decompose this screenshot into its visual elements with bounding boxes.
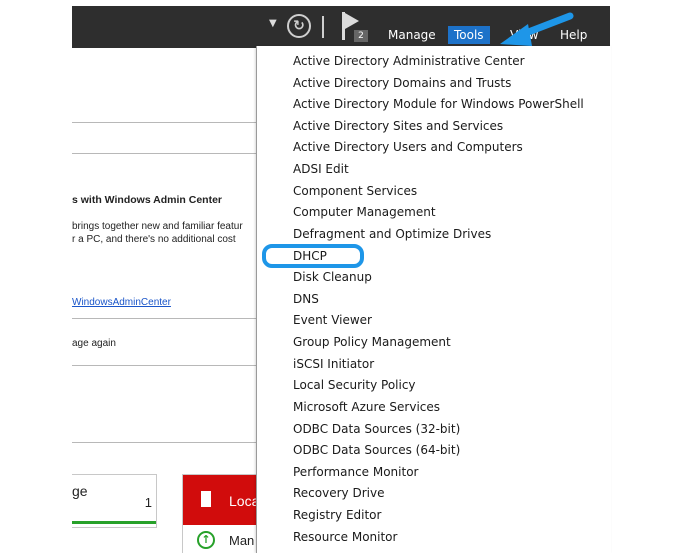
server-icon (201, 491, 211, 507)
local-server-tile[interactable]: Loca ↑ Man (182, 474, 264, 553)
up-arrow-icon: ↑ (197, 531, 215, 549)
refresh-icon[interactable]: ↻ (287, 14, 311, 38)
menu-item-event-viewer[interactable]: Event Viewer (293, 310, 372, 331)
notifications-flag-icon[interactable]: 2 (342, 12, 368, 42)
flag-cloth (345, 13, 359, 29)
wac-link[interactable]: WindowsAdminCenter (72, 297, 171, 308)
menu-item-azure-services[interactable]: Microsoft Azure Services (293, 397, 440, 418)
wac-heading: s with Windows Admin Center (72, 194, 223, 206)
menu-item-recovery-drive[interactable]: Recovery Drive (293, 483, 384, 504)
menu-item-odbc-32[interactable]: ODBC Data Sources (32-bit) (293, 419, 460, 440)
wac-description-line2: r a PC, and there's no additional cost (72, 234, 236, 245)
manage-tile-label: ge (72, 483, 88, 499)
manage-tile[interactable]: ge 1 (72, 474, 157, 528)
wac-description-line1: brings together new and familiar featur (72, 221, 243, 232)
menu-item-ad-admin-center[interactable]: Active Directory Administrative Center (293, 51, 525, 72)
pointer-arrow-icon (500, 12, 574, 46)
menu-item-ad-powershell-module[interactable]: Active Directory Module for Windows Powe… (293, 94, 584, 115)
menu-item-group-policy[interactable]: Group Policy Management (293, 332, 451, 353)
menu-manage[interactable]: Manage (388, 28, 436, 42)
divider (72, 153, 257, 154)
manageability-label: Man (229, 533, 255, 548)
menu-item-ad-sites-services[interactable]: Active Directory Sites and Services (293, 116, 503, 137)
notification-count-badge: 2 (354, 30, 368, 42)
divider (72, 442, 257, 443)
local-server-tile-header: Loca (183, 475, 263, 525)
menu-item-registry-editor[interactable]: Registry Editor (293, 505, 381, 526)
local-server-label: Loca (229, 493, 260, 509)
caret-down-icon[interactable]: ▼ (269, 18, 277, 29)
tools-dropdown-menu: Active Directory Administrative Center A… (256, 46, 611, 553)
divider (72, 122, 257, 123)
dhcp-highlight-annotation (262, 244, 364, 268)
divider (72, 318, 257, 319)
menu-item-disk-cleanup[interactable]: Disk Cleanup (293, 267, 372, 288)
menu-item-ad-domains-trusts[interactable]: Active Directory Domains and Trusts (293, 73, 511, 94)
menu-item-performance-monitor[interactable]: Performance Monitor (293, 462, 418, 483)
toolbar-separator (322, 16, 324, 38)
menu-item-local-security-policy[interactable]: Local Security Policy (293, 375, 416, 396)
server-manager-screen: ▼ ↻ 2 Manage Tools View Help s with Wind… (0, 0, 674, 553)
menu-item-dns[interactable]: DNS (293, 289, 319, 310)
menu-item-odbc-64[interactable]: ODBC Data Sources (64-bit) (293, 440, 460, 461)
menu-item-adsi-edit[interactable]: ADSI Edit (293, 159, 349, 180)
menu-item-computer-management[interactable]: Computer Management (293, 202, 436, 223)
menu-tools[interactable]: Tools (448, 26, 490, 44)
menu-item-iscsi-initiator[interactable]: iSCSI Initiator (293, 354, 374, 375)
menu-item-defragment[interactable]: Defragment and Optimize Drives (293, 224, 491, 245)
menu-item-resource-monitor[interactable]: Resource Monitor (293, 527, 397, 548)
dont-show-text: age again (72, 338, 116, 349)
manage-tile-count: 1 (144, 495, 152, 510)
menu-item-ad-users-computers[interactable]: Active Directory Users and Computers (293, 137, 523, 158)
divider (72, 365, 257, 366)
status-ok-bar (72, 521, 156, 524)
menu-item-component-services[interactable]: Component Services (293, 181, 417, 202)
